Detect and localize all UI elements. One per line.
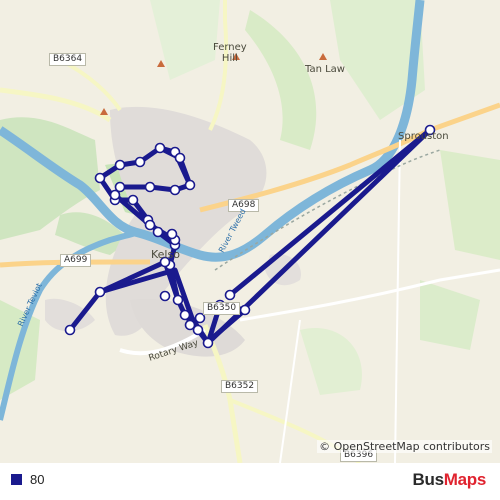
- map-canvas[interactable]: Ferney Hill Tan Law Sprouston Kelso B636…: [0, 0, 500, 463]
- place-label-kelso: Kelso: [151, 248, 180, 261]
- bus-stop-marker[interactable]: [134, 156, 146, 168]
- bus-stop-marker[interactable]: [94, 286, 106, 298]
- busmaps-logo[interactable]: BusMaps: [412, 470, 487, 490]
- place-label-ferney-hill: Ferney Hill: [213, 42, 247, 64]
- road-shield-b6350: B6350: [203, 302, 241, 315]
- bus-stop-marker[interactable]: [166, 228, 178, 240]
- map-base-layer: [0, 0, 500, 463]
- bus-stop-marker[interactable]: [152, 226, 164, 238]
- bus-stop-marker[interactable]: [159, 290, 171, 302]
- bus-stop-marker[interactable]: [169, 184, 181, 196]
- road-shield-b6352: B6352: [221, 380, 259, 393]
- bus-stop-marker[interactable]: [202, 337, 214, 349]
- bus-stop-marker[interactable]: [224, 289, 236, 301]
- bus-stop-marker[interactable]: [172, 294, 184, 306]
- road-shield-a699: A699: [60, 254, 92, 267]
- bus-stop-marker[interactable]: [64, 324, 76, 336]
- route-80-color-swatch: [11, 474, 22, 485]
- bus-stop-marker[interactable]: [174, 152, 186, 164]
- bus-stop-marker[interactable]: [184, 319, 196, 331]
- place-label-sprouston: Sprouston: [398, 131, 449, 142]
- map-attribution[interactable]: © OpenStreetMap contributors: [317, 440, 492, 453]
- bus-stop-marker[interactable]: [127, 194, 139, 206]
- road-shield-b6364: B6364: [49, 53, 87, 66]
- bus-stop-marker[interactable]: [109, 189, 121, 201]
- bus-stop-marker[interactable]: [144, 219, 156, 231]
- brand-maps: Maps: [443, 470, 487, 489]
- bus-stop-marker[interactable]: [94, 172, 106, 184]
- bus-stop-marker[interactable]: [114, 159, 126, 171]
- bus-stop-marker[interactable]: [239, 304, 251, 316]
- brand-bus: Bus: [412, 470, 445, 489]
- place-label-tan-law: Tan Law: [305, 64, 345, 75]
- bus-stop-marker[interactable]: [144, 181, 156, 193]
- bus-stop-marker[interactable]: [184, 179, 196, 191]
- bus-stop-marker[interactable]: [179, 309, 191, 321]
- bus-stop-marker[interactable]: [154, 142, 166, 154]
- route-80-label: 80: [30, 472, 45, 487]
